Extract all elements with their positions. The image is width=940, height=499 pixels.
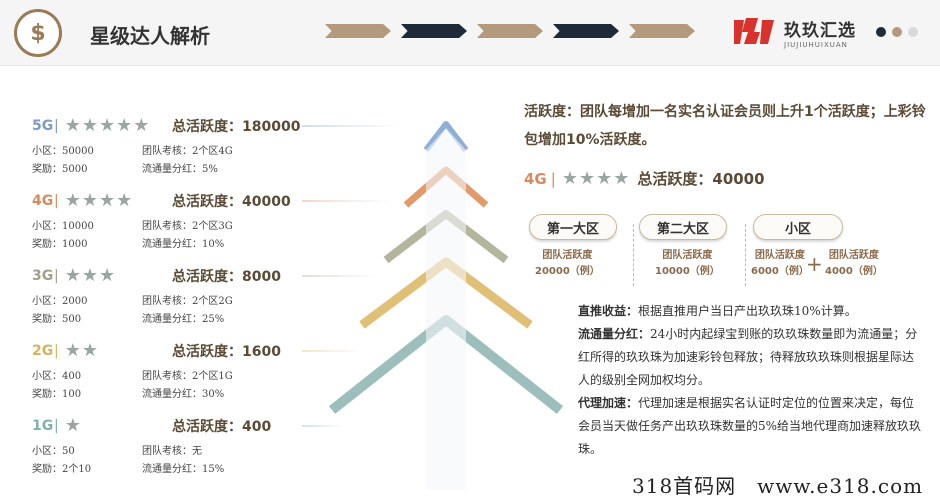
level-stars: ★ ★ ★ ★ ★ xyxy=(65,117,150,135)
brand-logo: 玖玖汇选 JIUJIUHUIXUAN xyxy=(730,14,856,50)
brand-name: 玖玖汇选 xyxy=(784,20,856,41)
example-total: 总活跃度：40000 xyxy=(637,170,765,188)
level-dividend: 流通量分红：10% xyxy=(142,238,225,250)
star-icon: ★ xyxy=(613,167,630,189)
level-dividend: 流通量分红：15% xyxy=(142,463,225,475)
example-level: 4G | ★ ★ ★ ★ 总活跃度：40000 xyxy=(524,168,765,189)
header-bar: $ 星级达人解析 玖玖汇选 JIUJIUHUIXUAN xyxy=(0,0,940,66)
example-stars: ★ ★ ★ ★ xyxy=(561,167,630,189)
level-sep: | xyxy=(54,343,59,359)
level-small-zone: 小区：50 xyxy=(32,445,75,457)
star-icon: ★ xyxy=(64,415,81,436)
level-tag: 5G xyxy=(32,118,54,134)
level-dividend: 流通量分红：25% xyxy=(142,313,225,325)
level-tag: 2G xyxy=(32,343,54,359)
level-stars: ★ ★ ★ xyxy=(65,267,115,285)
level-stars: ★ ★ xyxy=(65,342,98,360)
star-icon: ★ xyxy=(64,265,81,286)
star-icon: ★ xyxy=(64,190,81,211)
star-icon: ★ xyxy=(99,265,116,286)
level-team-check: 团队考核：无 xyxy=(142,445,202,457)
level-team-check: 团队考核：2个区3G xyxy=(142,220,233,232)
level-stars: ★ xyxy=(65,417,81,435)
zone-divider xyxy=(633,224,634,286)
level-reward: 奖励：500 xyxy=(32,313,82,325)
brand-name-en: JIUJIUHUIXUAN xyxy=(784,40,848,49)
star-icon: ★ xyxy=(81,190,98,211)
chevron-icon xyxy=(401,24,467,38)
page-title: 星级达人解析 xyxy=(90,24,210,48)
level-tag: 4G xyxy=(32,193,54,209)
star-icon: ★ xyxy=(64,115,81,136)
level-small-zone: 小区：2000 xyxy=(32,295,88,307)
level-total: 总活跃度：40000 xyxy=(172,194,291,210)
example-tag: 4G xyxy=(524,169,547,188)
level-small-zone: 小区：10000 xyxy=(32,220,94,232)
dots-decoration xyxy=(876,27,918,37)
chevron-decoration xyxy=(325,24,695,38)
rule-agent: 代理加速：代理加速是根据实名认证时定位的位置来决定，每位会员当天做任务产出玖玖珠… xyxy=(578,396,922,456)
level-team-check: 团队考核：2个区4G xyxy=(142,145,233,157)
zone-pill-second: 第二大区 xyxy=(639,214,727,240)
star-icon: ★ xyxy=(81,265,98,286)
plus-icon: + xyxy=(806,252,823,276)
level-total: 总活跃度：400 xyxy=(172,419,272,435)
rules-description: 直推收益：根据直推用户当日产出玖玖珠10%计算。 流通量分红：24小时内起绿宝到… xyxy=(578,300,923,461)
rule-circulation: 流通量分红：24小时内起绿宝到账的玖玖珠数量即为流通量；分红所得的玖玖珠为加速彩… xyxy=(578,327,918,387)
star-icon: ★ xyxy=(116,115,133,136)
level-sep: | xyxy=(54,118,59,134)
level-reward: 奖励：2个10 xyxy=(32,463,92,475)
level-reward: 奖励：1000 xyxy=(32,238,88,250)
star-icon: ★ xyxy=(64,340,81,361)
rule-direct: 直推收益：根据直推用户当日产出玖玖珠10%计算。 xyxy=(578,304,857,318)
watermark-footer: 318首码网 www.e318.com xyxy=(632,474,924,498)
level-small-zone: 小区：400 xyxy=(32,370,82,382)
star-icon: ★ xyxy=(99,190,116,211)
example-sep: | xyxy=(550,169,556,188)
chevron-icon xyxy=(629,24,695,38)
level-dividend: 流通量分红：30% xyxy=(142,388,225,400)
level-total: 总活跃度：1600 xyxy=(172,344,281,360)
star-icon: ★ xyxy=(578,167,596,189)
level-total: 总活跃度：8000 xyxy=(172,269,281,285)
level-dividend: 流通量分红：5% xyxy=(142,163,218,175)
brand-mark-icon xyxy=(730,14,776,50)
level-pyramid xyxy=(328,121,564,490)
level-total: 总活跃度：180000 xyxy=(172,119,301,135)
zone-small-activity-b: 团队活跃度 4000（例） xyxy=(825,250,883,277)
star-icon: ★ xyxy=(596,167,613,189)
star-icon: ★ xyxy=(116,190,133,211)
zone-pill-first: 第一大区 xyxy=(529,214,617,240)
star-icon: ★ xyxy=(133,115,150,136)
dot-icon xyxy=(876,27,886,37)
dot-icon xyxy=(908,27,918,37)
zone-small-activity-a: 团队活跃度 6000（例） xyxy=(751,250,809,277)
star-icon: ★ xyxy=(561,167,578,189)
level-team-check: 团队考核：2个区2G xyxy=(142,295,233,307)
zone-breakdown: 第一大区 第二大区 小区 团队活跃度 20000（例） 团队活跃度 10000（例）… xyxy=(527,212,927,292)
zone-second-activity: 团队活跃度 10000（例） xyxy=(655,250,720,277)
zone-divider xyxy=(745,224,746,286)
level-stars: ★ ★ ★ ★ xyxy=(65,192,133,210)
level-reward: 奖励：100 xyxy=(32,388,82,400)
star-icon: ★ xyxy=(81,340,98,361)
chevron-icon xyxy=(325,24,391,38)
chevron-icon xyxy=(553,24,619,38)
activity-intro: 活跃度：团队每增加一名实名认证会员则上升1个活跃度；上彩铃包增加10%活跃度。 xyxy=(524,104,926,148)
dot-icon xyxy=(892,27,902,37)
level-sep: | xyxy=(54,418,59,434)
level-sep: | xyxy=(54,268,59,284)
level-tag: 3G xyxy=(32,268,54,284)
level-reward: 奖励：5000 xyxy=(32,163,88,175)
level-team-check: 团队考核：2个区1G xyxy=(142,370,233,382)
star-icon: ★ xyxy=(81,115,98,136)
dollar-logo-icon: $ xyxy=(14,9,62,57)
level-sep: | xyxy=(54,193,59,209)
star-icon: ★ xyxy=(99,115,116,136)
level-tag: 1G xyxy=(32,418,54,434)
chevron-icon xyxy=(477,24,543,38)
zone-pill-small: 小区 xyxy=(753,214,843,240)
level-small-zone: 小区：50000 xyxy=(32,145,94,157)
zone-first-activity: 团队活跃度 20000（例） xyxy=(535,250,600,277)
